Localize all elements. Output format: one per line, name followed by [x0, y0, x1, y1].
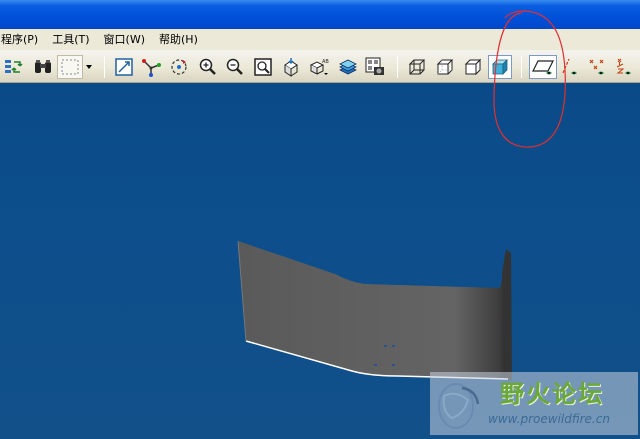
refit-button[interactable] — [251, 55, 275, 79]
datum-planes-button[interactable] — [529, 55, 557, 79]
refit-icon — [254, 58, 272, 76]
forum-url: www.proewildfire.cn — [488, 412, 610, 426]
svg-text:AB: AB — [322, 59, 329, 65]
spin-center-icon — [142, 59, 161, 77]
repaint-icon — [115, 58, 133, 76]
layers-icon — [339, 59, 357, 75]
wireframe-icon — [408, 59, 426, 75]
menu-program[interactable]: 程序(P) — [0, 29, 45, 50]
regenerate-button[interactable] — [2, 55, 26, 79]
menu-help[interactable]: 帮助(H) — [152, 29, 205, 50]
saved-views-icon: AB — [309, 59, 329, 75]
menu-tools[interactable]: 工具(T) — [45, 29, 96, 50]
spin-center-button[interactable] — [139, 55, 163, 79]
toolbar: AB — [0, 50, 640, 83]
menu-window[interactable]: 窗口(W) — [97, 29, 152, 50]
saved-views-button[interactable]: AB — [307, 55, 331, 79]
select-box-icon — [61, 59, 79, 75]
menu-bar: 程序(P) 工具(T) 窗口(W) 帮助(H) — [0, 29, 640, 50]
toolbar-separator — [397, 56, 398, 78]
find-button[interactable] — [31, 55, 55, 79]
view-manager-button[interactable] — [363, 55, 387, 79]
datum-points-button[interactable] — [586, 55, 610, 79]
forum-logo-icon — [438, 383, 480, 429]
datum-planes-icon — [532, 60, 554, 75]
toolbar-separator — [104, 56, 105, 78]
hidden-line-button[interactable] — [433, 55, 457, 79]
layers-button[interactable] — [336, 55, 360, 79]
window-titlebar — [0, 0, 640, 29]
orient-mode-icon — [171, 59, 187, 75]
reorient-button[interactable] — [279, 55, 303, 79]
datum-axes-button[interactable] — [559, 55, 583, 79]
hidden-line-icon — [436, 59, 454, 75]
forum-watermark: 野火论坛 www.proewildfire.cn — [430, 372, 638, 435]
reorient-icon — [284, 58, 298, 77]
dropdown-arrow-icon — [86, 65, 92, 69]
zoom-out-icon — [226, 58, 243, 75]
find-icon — [35, 60, 51, 73]
datum-axes-icon — [562, 58, 577, 75]
shading-icon — [492, 59, 508, 75]
no-hidden-button[interactable] — [461, 55, 485, 79]
zoom-out-button[interactable] — [223, 55, 247, 79]
view-manager-icon — [365, 57, 384, 75]
forum-title: 野火论坛 — [500, 380, 604, 408]
coordinate-systems-icon — [616, 58, 631, 75]
select-dropdown-button[interactable] — [84, 55, 94, 79]
repaint-button[interactable] — [112, 55, 136, 79]
wireframe-button[interactable] — [405, 55, 429, 79]
zoom-in-button[interactable] — [196, 55, 220, 79]
orient-mode-button[interactable] — [167, 55, 191, 79]
zoom-in-icon — [199, 58, 216, 75]
select-box-button[interactable] — [57, 55, 83, 79]
shading-button[interactable] — [488, 55, 512, 79]
coordinate-systems-button[interactable] — [613, 55, 637, 79]
toolbar-separator — [521, 56, 522, 78]
no-hidden-icon — [464, 58, 482, 76]
datum-points-icon — [589, 59, 604, 75]
regenerate-icon — [5, 60, 23, 73]
